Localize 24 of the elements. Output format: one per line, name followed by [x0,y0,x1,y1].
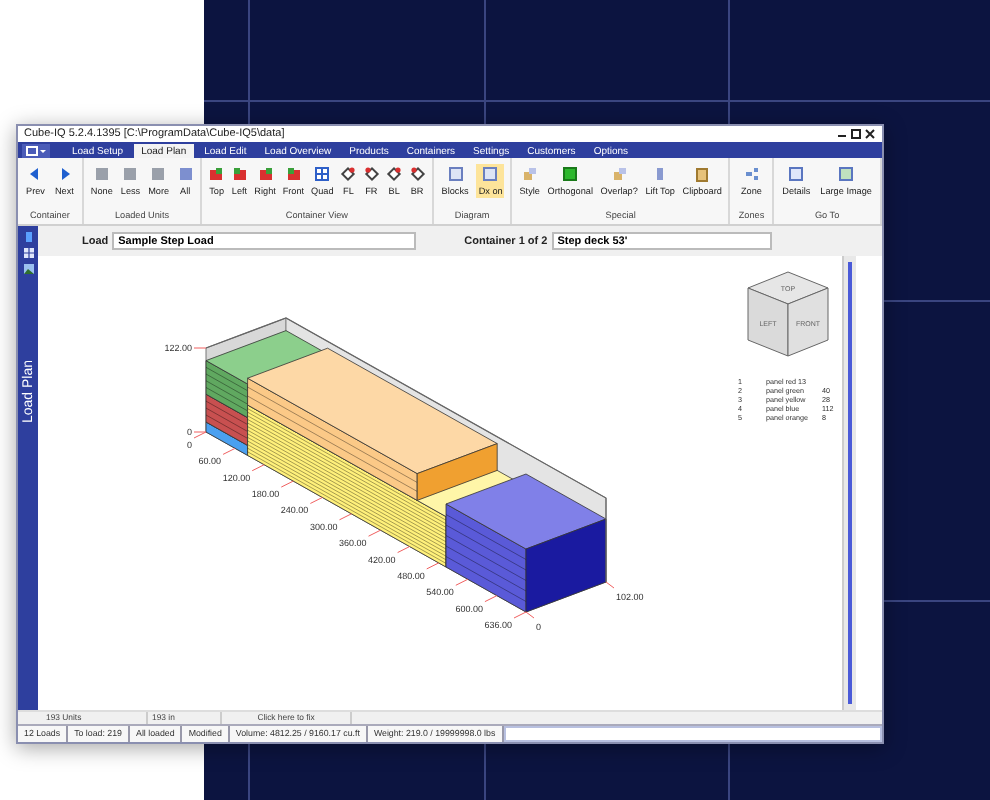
view-cube [747,271,829,357]
list-icon [788,166,805,182]
tilted-box-icon [363,166,380,182]
grid-icon [314,166,331,182]
tilted-box-icon [340,166,357,182]
zone-icon [743,166,760,182]
box-icon[interactable] [23,232,33,242]
square-icon [177,166,194,182]
scroll-thumb[interactable] [848,262,852,704]
table-icon[interactable] [23,248,33,258]
window-controls-icon [836,128,876,140]
square-icon [93,166,110,182]
file-menu-button[interactable] [22,144,50,158]
tilted-box-icon [409,166,426,182]
boxes-icon [611,166,628,182]
box-icon [652,166,669,182]
blocks-icon [447,166,464,182]
square-icon [562,166,579,182]
clipboard-icon [694,166,711,182]
tilted-box-icon [386,166,403,182]
square-icon [122,166,139,182]
boxes-icon [521,166,538,182]
scrollbar[interactable] [842,256,856,710]
square-icon [150,166,167,182]
